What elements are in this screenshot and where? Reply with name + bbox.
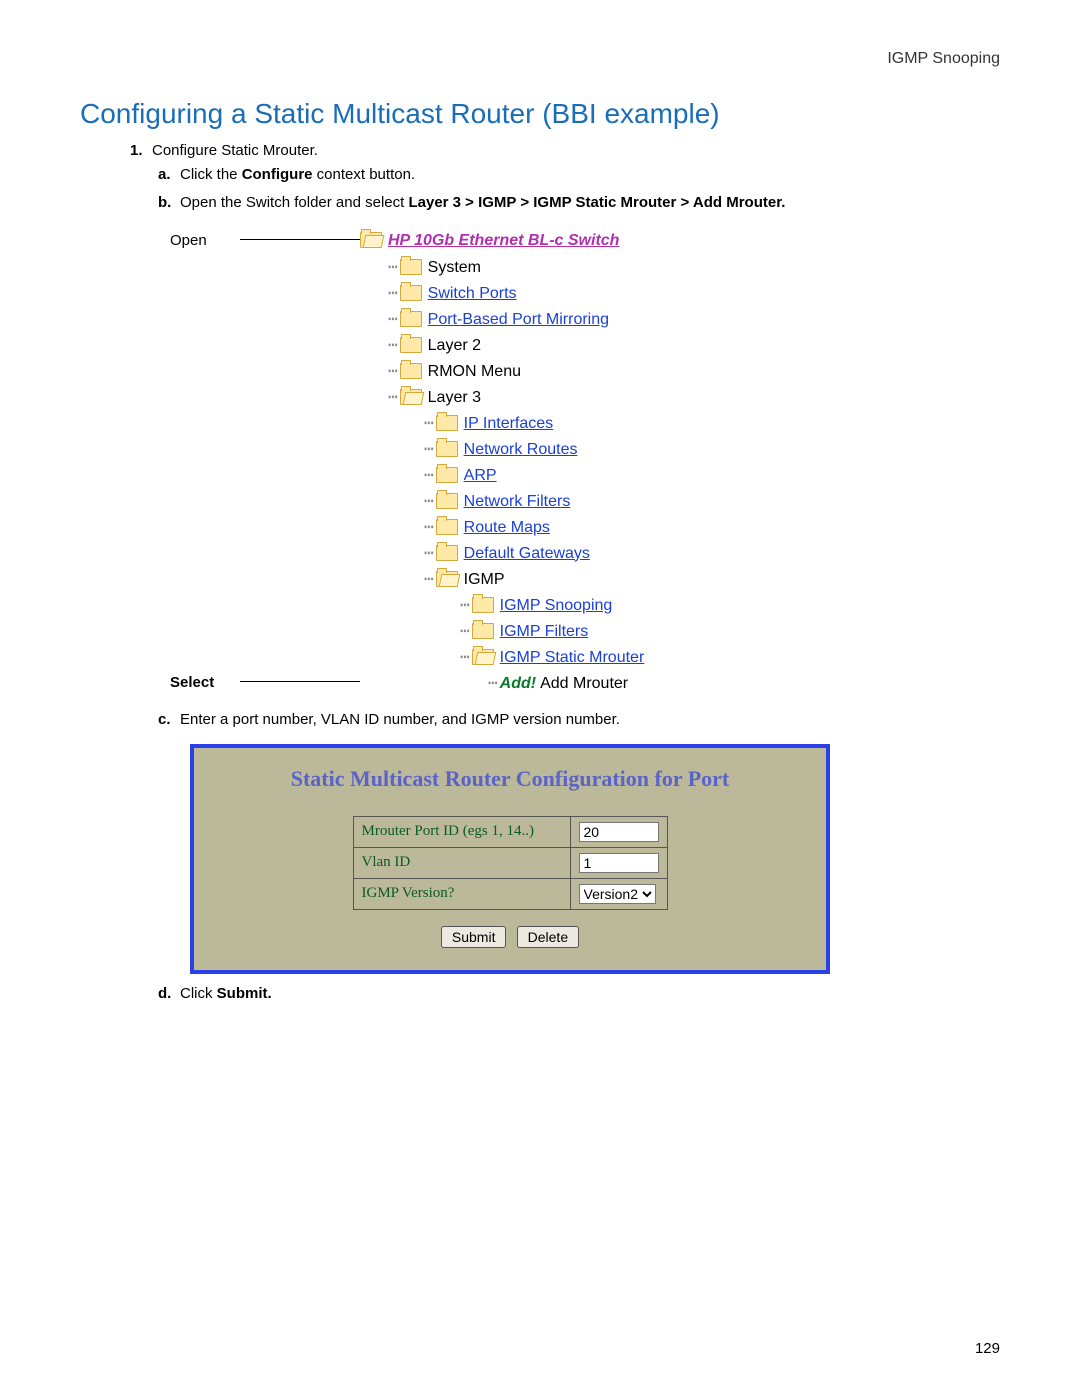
tree-item-add-mrouter[interactable]: Add Mrouter — [540, 675, 628, 692]
tree-item-system[interactable]: System — [428, 259, 481, 276]
substep-letter: b. — [158, 193, 180, 213]
tree-root[interactable]: HP 10Gb Ethernet BL-c Switch — [388, 232, 619, 249]
substep-letter: d. — [158, 984, 180, 1004]
folder-open-icon — [400, 389, 422, 405]
step-1: 1.Configure Static Mrouter. a.Click the … — [130, 142, 1000, 1004]
folder-icon — [472, 623, 494, 639]
folder-icon — [472, 597, 494, 613]
mrouter-port-label: Mrouter Port ID (egs 1, 14..) — [353, 816, 570, 847]
folder-open-icon — [360, 232, 382, 248]
tree-item-arp[interactable]: ARP — [464, 467, 497, 484]
folder-open-icon — [472, 649, 494, 665]
tree-item-layer2[interactable]: Layer 2 — [428, 337, 481, 354]
folder-icon — [400, 363, 422, 379]
folder-icon — [436, 467, 458, 483]
tree-item-route-maps[interactable]: Route Maps — [464, 519, 550, 536]
folder-icon — [400, 311, 422, 327]
igmp-version-label: IGMP Version? — [353, 878, 570, 909]
folder-icon — [436, 441, 458, 457]
substep-letter: a. — [158, 165, 180, 185]
submit-button[interactable]: Submit — [441, 926, 507, 948]
tree-item-igmp[interactable]: IGMP — [464, 571, 505, 588]
tree-item-rmon[interactable]: RMON Menu — [428, 363, 521, 380]
select-label: Select — [170, 670, 240, 696]
tree-item-igmp-filters[interactable]: IGMP Filters — [500, 623, 589, 640]
folder-icon — [400, 337, 422, 353]
substep-bold: Configure — [242, 166, 313, 183]
igmp-version-select[interactable]: Version2 — [579, 884, 656, 904]
substep-text: context button. — [313, 166, 416, 183]
substep-text: Enter a port number, VLAN ID number, and… — [180, 711, 620, 728]
tree-item-igmp-static-mrouter[interactable]: IGMP Static Mrouter — [500, 649, 645, 666]
folder-icon — [436, 545, 458, 561]
page-header: IGMP Snooping — [80, 50, 1000, 68]
substep-text: Click — [180, 985, 217, 1002]
step-1c: c.Enter a port number, VLAN ID number, a… — [158, 710, 1000, 730]
step-1d: d.Click Submit. — [158, 984, 1000, 1004]
tree-item-port-mirroring[interactable]: Port-Based Port Mirroring — [428, 311, 609, 328]
vlan-id-input[interactable] — [579, 853, 659, 873]
substep-bold: Submit. — [217, 985, 272, 1002]
tree-item-network-routes[interactable]: Network Routes — [464, 441, 578, 458]
tree-item-network-filters[interactable]: Network Filters — [464, 493, 571, 510]
page-number: 129 — [975, 1340, 1000, 1357]
folder-icon — [436, 519, 458, 535]
folder-icon — [400, 285, 422, 301]
vlan-id-label: Vlan ID — [353, 847, 570, 878]
mrouter-port-input[interactable] — [579, 822, 659, 842]
tree-item-layer3[interactable]: Layer 3 — [428, 389, 481, 406]
step-text: Configure Static Mrouter. — [152, 142, 318, 159]
tree-item-default-gateways[interactable]: Default Gateways — [464, 545, 590, 562]
open-label: Open — [170, 228, 240, 254]
step-1a: a.Click the Configure context button. — [158, 165, 1000, 185]
form-title: Static Multicast Router Configuration fo… — [194, 766, 826, 792]
config-form-panel: Static Multicast Router Configuration fo… — [190, 744, 830, 974]
folder-icon — [436, 415, 458, 431]
substep-letter: c. — [158, 710, 180, 730]
step-1b: b.Open the Switch folder and select Laye… — [158, 193, 1000, 213]
tree-item-switch-ports[interactable]: Switch Ports — [428, 285, 517, 302]
delete-button[interactable]: Delete — [517, 926, 579, 948]
section-title: Configuring a Static Multicast Router (B… — [80, 98, 1000, 130]
folder-open-icon — [436, 571, 458, 587]
folder-icon — [436, 493, 458, 509]
config-form-table: Mrouter Port ID (egs 1, 14..) Vlan ID IG… — [353, 816, 668, 910]
folder-icon — [400, 259, 422, 275]
substep-text: Open the Switch folder and select — [180, 194, 408, 211]
substep-text: Click the — [180, 166, 242, 183]
tree-diagram: Open HP 10Gb Ethernet BL-c Switch ⋯Syste… — [170, 228, 1000, 696]
add-label[interactable]: Add! — [500, 675, 536, 692]
substep-bold: Layer 3 > IGMP > IGMP Static Mrouter > A… — [408, 194, 785, 211]
tree-item-ip-interfaces[interactable]: IP Interfaces — [464, 415, 554, 432]
step-number: 1. — [130, 142, 152, 159]
tree-item-igmp-snooping[interactable]: IGMP Snooping — [500, 597, 613, 614]
